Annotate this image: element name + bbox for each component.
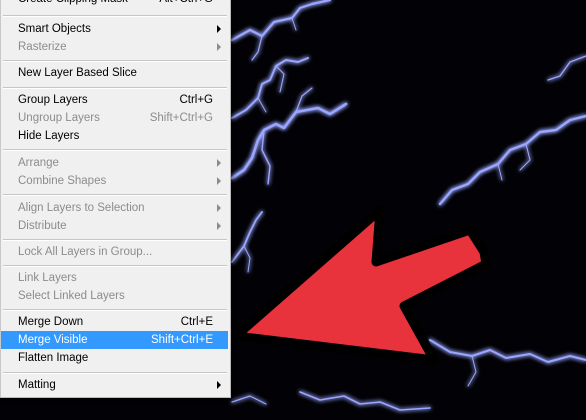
menu-item-label: Flatten Image xyxy=(18,352,89,364)
menu-item-shortcut: Ctrl+G xyxy=(179,94,213,106)
chevron-right-icon xyxy=(217,381,221,389)
menu-separator xyxy=(3,60,227,62)
menu-item-hide-layers[interactable]: Hide Layers xyxy=(0,127,229,145)
menu-separator xyxy=(3,239,227,241)
menu-item-merge-visible[interactable]: Merge Visible Shift+Ctrl+E xyxy=(1,331,228,349)
menu-item-label: Distribute xyxy=(18,220,67,232)
chevron-right-icon xyxy=(217,43,221,51)
chevron-right-icon xyxy=(217,25,221,33)
menu-item-label: Ungroup Layers xyxy=(18,112,100,124)
menu-item-ungroup-layers[interactable]: Ungroup Layers Shift+Ctrl+G xyxy=(0,109,229,127)
menu-item-label: Group Layers xyxy=(18,94,88,106)
menu-separator xyxy=(3,149,227,151)
menu-item-group-layers[interactable]: Group Layers Ctrl+G xyxy=(0,91,229,109)
menu-item-label: New Layer Based Slice xyxy=(18,67,137,79)
menu-item-shortcut: Shift+Ctrl+G xyxy=(149,112,213,124)
chevron-right-icon xyxy=(217,177,221,185)
menu-item-label: Select Linked Layers xyxy=(18,290,125,302)
menu-separator xyxy=(3,15,227,17)
menu-item-matting[interactable]: Matting xyxy=(0,376,229,394)
menu-separator xyxy=(3,309,227,311)
menu-item-smart-objects[interactable]: Smart Objects xyxy=(0,20,229,38)
menu-item-shortcut: Alt+Ctrl+G xyxy=(159,0,213,8)
menu-item-flatten-image[interactable]: Flatten Image xyxy=(0,349,229,367)
chevron-right-icon xyxy=(217,222,221,230)
menu-separator xyxy=(3,265,227,267)
menu-item-combine-shapes[interactable]: Combine Shapes xyxy=(0,172,229,190)
menu-item-merge-down[interactable]: Merge Down Ctrl+E xyxy=(0,313,229,331)
menu-separator xyxy=(3,372,227,374)
menu-item-shortcut: Ctrl+E xyxy=(180,316,213,328)
menu-item-label: Hide Layers xyxy=(18,130,80,142)
menu-separator xyxy=(3,87,227,89)
menu-item-label: Lock All Layers in Group... xyxy=(18,246,153,258)
menu-item-arrange[interactable]: Arrange xyxy=(0,154,229,172)
menu-item-label: Align Layers to Selection xyxy=(18,202,145,214)
menu-separator xyxy=(3,194,227,196)
menu-item-distribute[interactable]: Distribute xyxy=(0,217,229,235)
menu-item-label: Combine Shapes xyxy=(18,175,107,187)
menu-item-label: Rasterize xyxy=(18,41,67,53)
menu-item-lock-all-layers[interactable]: Lock All Layers in Group... xyxy=(0,243,229,261)
menu-item-label: Smart Objects xyxy=(18,23,91,35)
menu-item-label: Merge Down xyxy=(18,316,84,328)
menu-item-create-clipping-mask[interactable]: Create Clipping Mask Alt+Ctrl+G xyxy=(0,0,229,8)
layer-menu: Create Clipping Mask Alt+Ctrl+G Smart Ob… xyxy=(0,0,231,398)
menu-item-shortcut: Shift+Ctrl+E xyxy=(151,334,213,346)
menu-item-label: Matting xyxy=(18,379,56,391)
menu-item-label: Arrange xyxy=(18,157,59,169)
chevron-right-icon xyxy=(217,204,221,212)
menu-item-select-linked-layers[interactable]: Select Linked Layers xyxy=(0,287,229,305)
menu-item-label: Merge Visible xyxy=(18,334,88,346)
menu-item-link-layers[interactable]: Link Layers xyxy=(0,269,229,287)
menu-item-label: Link Layers xyxy=(18,272,77,284)
menu-item-rasterize[interactable]: Rasterize xyxy=(0,38,229,56)
menu-item-label: Create Clipping Mask xyxy=(18,0,128,8)
menu-item-new-layer-based-slice[interactable]: New Layer Based Slice xyxy=(0,64,229,82)
menu-item-align-layers[interactable]: Align Layers to Selection xyxy=(0,199,229,217)
chevron-right-icon xyxy=(217,159,221,167)
